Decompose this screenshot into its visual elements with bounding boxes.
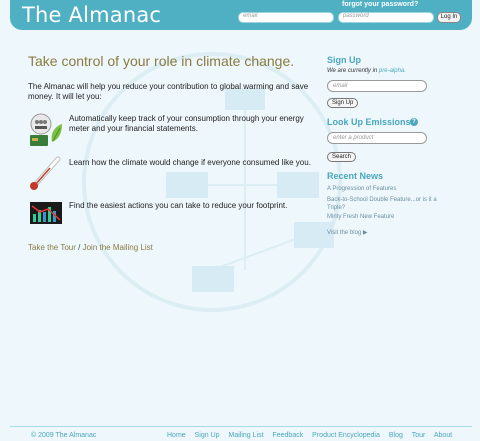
footer-link-about[interactable]: About <box>434 432 452 439</box>
footer-link-product-encyclopedia[interactable]: Product Encyclopedia <box>312 432 380 439</box>
intro-text: The Almanac will help you reduce your co… <box>28 82 309 101</box>
footer-nav: Home Sign Up Mailing List Feedback Produ… <box>167 432 459 439</box>
signup-note-prefix: We are currently in <box>327 68 379 74</box>
logo[interactable]: The Almanac <box>22 3 161 27</box>
footer-link-tour[interactable]: Tour <box>412 432 426 439</box>
footer-link-home[interactable]: Home <box>167 432 186 439</box>
footer-link-feedback[interactable]: Feedback <box>272 432 303 439</box>
email-field[interactable]: email <box>238 12 334 23</box>
visit-blog-link[interactable]: Visit the blog ▶ <box>327 229 368 236</box>
news-link[interactable]: Minty Fresh New Feature <box>327 213 447 221</box>
meter-and-card-icon <box>30 113 62 146</box>
signup-note: We are currently in pre-alpha. <box>327 68 406 74</box>
signup-heading: Sign Up <box>327 55 361 65</box>
take-the-tour-link[interactable]: Take the Tour <box>28 243 76 252</box>
footer-link-blog[interactable]: Blog <box>389 432 403 439</box>
link-separator: / <box>78 243 81 252</box>
feature-climate-change: Learn how the climate would change if ev… <box>69 158 311 167</box>
news-link[interactable]: Back-to-School Double Feature...or is it… <box>327 196 447 212</box>
thermometer-icon <box>30 156 61 190</box>
join-mailing-list-link[interactable]: Join the Mailing List <box>83 243 153 252</box>
footer-link-mailing-list[interactable]: Mailing List <box>229 432 264 439</box>
chart-icon <box>30 202 62 224</box>
visit-blog-label: Visit the blog <box>327 230 362 236</box>
search-button[interactable]: Search <box>327 152 357 162</box>
news-link[interactable]: A Progression of Features <box>327 185 447 193</box>
lookup-heading: Look Up Emissions <box>327 117 411 127</box>
recent-news-heading: Recent News <box>327 171 384 181</box>
page-title: Take control of your role in climate cha… <box>28 53 295 69</box>
footer-divider <box>10 426 472 427</box>
product-search-input[interactable]: enter a product <box>327 132 427 144</box>
password-field[interactable]: password <box>338 12 434 23</box>
copyright: © 2009 The Almanac <box>31 432 97 439</box>
help-icon[interactable]: ? <box>410 118 418 126</box>
pre-alpha-label: pre-alpha. <box>378 68 406 74</box>
feature-track-consumption: Automatically keep track of your consump… <box>69 114 304 133</box>
signup-email-field[interactable]: email <box>327 80 427 92</box>
login-button[interactable]: Log In <box>437 12 461 23</box>
forgot-password-link[interactable]: forgot your password? <box>342 1 418 8</box>
signup-button[interactable]: Sign Up <box>327 98 359 108</box>
arrow-right-icon: ▶ <box>362 230 368 236</box>
tour-links: Take the Tour / Join the Mailing List <box>28 243 153 252</box>
footer-link-sign-up[interactable]: Sign Up <box>195 432 220 439</box>
feature-reduce-footprint: Find the easiest actions you can take to… <box>69 201 288 210</box>
